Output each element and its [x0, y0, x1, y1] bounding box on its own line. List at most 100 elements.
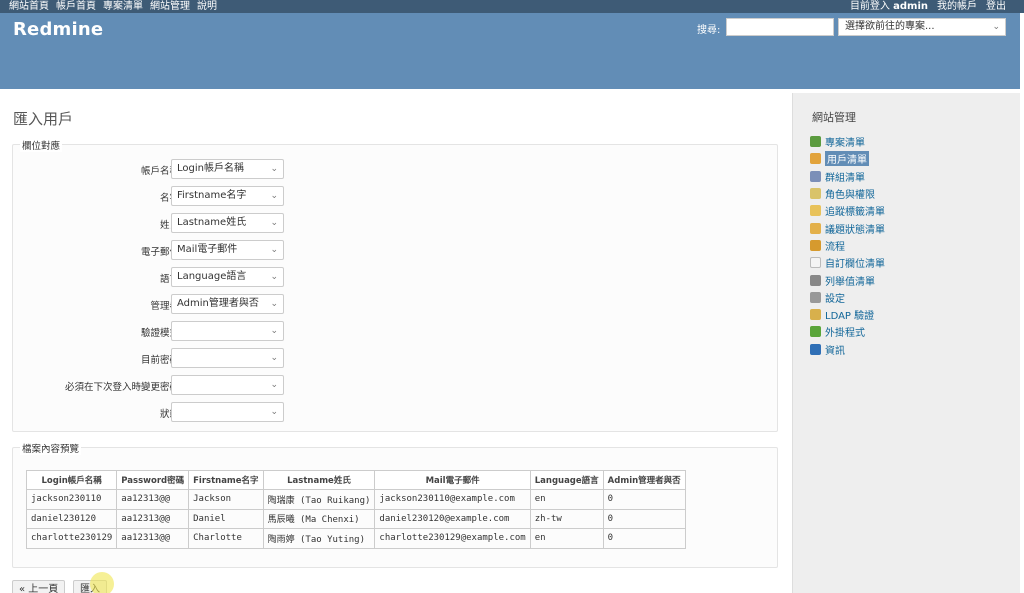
- file-preview-legend: 檔案內容預覽: [20, 441, 82, 455]
- chevron-down-icon: ⌄: [270, 272, 278, 282]
- logged-in-prefix: 目前登入: [849, 1, 890, 12]
- field-mapping-legend: 欄位對應: [20, 138, 63, 152]
- custom-fields-icon: [810, 257, 821, 269]
- cursor-highlight: [90, 572, 114, 593]
- mapping-label: 必須在下次登入時變更密碼: [64, 382, 179, 393]
- mapping-select-value: Firstname名字: [177, 190, 247, 201]
- sidebar-item-list[interactable]: 列舉值清單: [810, 271, 885, 288]
- project-jump-label: 選擇欲前往的專案...: [845, 21, 935, 32]
- top-menu-administration[interactable]: 網站管理: [150, 0, 190, 13]
- issue-status-icon: [810, 222, 821, 234]
- table-cell: Charlotte: [188, 528, 264, 549]
- table-cell: jackson230110: [25, 489, 118, 510]
- mapping-row: 電子郵件 Mail電子郵件 ⌄: [13, 240, 293, 260]
- projects-icon: [810, 136, 821, 148]
- sidebar-item-label: 自訂欄位清單: [825, 259, 885, 271]
- sidebar-title: 網站管理: [812, 111, 856, 124]
- table-row: daniel230120 aa12313@@ Daniel 馬辰曦 (Ma Chenx…: [25, 508, 686, 529]
- preview-column-header: Lastname姓氏: [262, 470, 376, 490]
- mapping-select[interactable]: ⌄: [171, 348, 284, 368]
- top-menu-my-page[interactable]: 帳戶首頁: [56, 0, 96, 13]
- table-cell: zh-tw: [529, 508, 604, 529]
- preview-column-header: Mail電子郵件: [374, 470, 531, 490]
- sidebar-item-workflow[interactable]: 流程: [810, 237, 885, 254]
- logged-in-user[interactable]: admin: [893, 1, 928, 12]
- group-icon: [810, 170, 821, 182]
- chevron-down-icon: ⌄: [270, 380, 278, 390]
- top-menu-home[interactable]: 網站首頁: [9, 0, 49, 13]
- list-icon: [810, 274, 821, 286]
- mapping-row: 姓氏 Lastname姓氏 ⌄: [13, 213, 293, 233]
- table-cell: 0: [602, 508, 686, 529]
- mapping-row: 帳戶名稱 Login帳戶名稱 ⌄: [13, 159, 293, 179]
- chevron-down-icon: ⌄: [270, 164, 278, 174]
- preview-column-header: Admin管理者與否: [602, 470, 686, 490]
- sidebar-item-settings[interactable]: 設定: [810, 289, 885, 306]
- project-jump-select[interactable]: 選擇欲前往的專案... ⌄: [838, 18, 1006, 36]
- mapping-select-value: Admin管理者與否: [177, 298, 259, 309]
- preview-column-header: Password密碼: [116, 470, 190, 490]
- info-icon: [810, 343, 821, 355]
- mapping-select[interactable]: Login帳戶名稱 ⌄: [171, 159, 284, 179]
- sidebar-item-roles[interactable]: 角色與權限: [810, 185, 885, 202]
- mapping-select[interactable]: Admin管理者與否 ⌄: [171, 294, 284, 314]
- table-cell: aa12313@@: [116, 528, 190, 549]
- table-row: charlotte230129 aa12313@@ Charlotte 陶雨婷 (Ta…: [25, 528, 686, 549]
- chevron-down-icon: ⌄: [270, 218, 278, 228]
- roles-icon: [810, 188, 821, 200]
- sidebar-item-issue-status[interactable]: 議題狀態清單: [810, 219, 885, 236]
- table-cell: Jackson: [188, 489, 264, 510]
- top-menu-my-account[interactable]: 我的帳戶: [937, 0, 977, 13]
- settings-icon: [810, 291, 821, 303]
- table-cell: charlotte230129@example.com: [374, 528, 531, 549]
- sidebar-item-label: 角色與權限: [825, 190, 875, 202]
- mapping-row: 驗證模式 ⌄: [13, 321, 293, 341]
- mapping-select[interactable]: ⌄: [171, 402, 284, 422]
- top-menu-logout[interactable]: 登出: [986, 0, 1006, 13]
- chevron-down-icon: ⌄: [270, 191, 278, 201]
- search-label: 搜尋:: [697, 25, 721, 36]
- sidebar-item-projects[interactable]: 專案清單: [810, 133, 885, 150]
- table-cell: jackson230110@example.com: [374, 489, 531, 510]
- sidebar-item-user[interactable]: 用戶清單: [810, 150, 885, 167]
- chevron-down-icon: ⌄: [270, 353, 278, 363]
- tracker-icon: [810, 205, 821, 217]
- mapping-select[interactable]: ⌄: [171, 375, 284, 395]
- back-button[interactable]: « 上一頁: [12, 580, 66, 593]
- sidebar-item-info[interactable]: 資訊: [810, 341, 885, 358]
- sidebar-item-label: LDAP 驗證: [825, 311, 875, 323]
- table-cell: aa12313@@: [116, 508, 190, 529]
- top-menu: 網站首頁 帳戶首頁 專案清單 網站管理 說明 目前登入 admin 我的帳戶 登…: [0, 0, 1024, 13]
- table-cell: Daniel: [188, 508, 264, 529]
- top-menu-projects[interactable]: 專案清單: [103, 0, 143, 13]
- sidebar-item-label: 群組清單: [825, 172, 865, 184]
- mapping-select[interactable]: Language語言 ⌄: [171, 267, 284, 287]
- sidebar-item-ldap[interactable]: LDAP 驗證: [810, 306, 885, 323]
- table-cell: 0: [602, 528, 686, 549]
- mapping-select-value: Login帳戶名稱: [177, 163, 244, 174]
- chevron-down-icon: ⌄: [270, 407, 278, 417]
- sidebar-item-group[interactable]: 群組清單: [810, 168, 885, 185]
- plugin-icon: [810, 326, 821, 338]
- logged-in-as: 目前登入 admin: [850, 0, 928, 13]
- app-title[interactable]: Redmine: [13, 19, 103, 40]
- search-input[interactable]: [726, 18, 834, 36]
- preview-column-header: Login帳戶名稱: [25, 470, 118, 490]
- top-menu-help[interactable]: 說明: [197, 0, 217, 13]
- mapping-select[interactable]: Lastname姓氏 ⌄: [171, 213, 284, 233]
- sidebar-item-label: 資訊: [825, 345, 845, 357]
- mapping-select-value: Language語言: [177, 271, 247, 282]
- mapping-select-value: Mail電子郵件: [177, 244, 238, 255]
- page-title: 匯入用戶: [13, 110, 74, 128]
- table-cell: en: [529, 489, 604, 510]
- sidebar-item-plugin[interactable]: 外掛程式: [810, 323, 885, 340]
- mapping-select[interactable]: ⌄: [171, 321, 284, 341]
- mapping-select[interactable]: Firstname名字 ⌄: [171, 186, 284, 206]
- mapping-row: 狀態 ⌄: [13, 402, 293, 422]
- mapping-select[interactable]: Mail電子郵件 ⌄: [171, 240, 284, 260]
- workflow-icon: [810, 239, 821, 251]
- sidebar-item-label: 外掛程式: [825, 328, 865, 340]
- sidebar: 網站管理 專案清單 用戶清單群組清單角色與權限 追蹤標籤清單 議題狀態清單 流程自訂欄位…: [792, 93, 1020, 593]
- sidebar-item-tracker[interactable]: 追蹤標籤清單: [810, 202, 885, 219]
- sidebar-item-custom-fields[interactable]: 自訂欄位清單: [810, 254, 885, 271]
